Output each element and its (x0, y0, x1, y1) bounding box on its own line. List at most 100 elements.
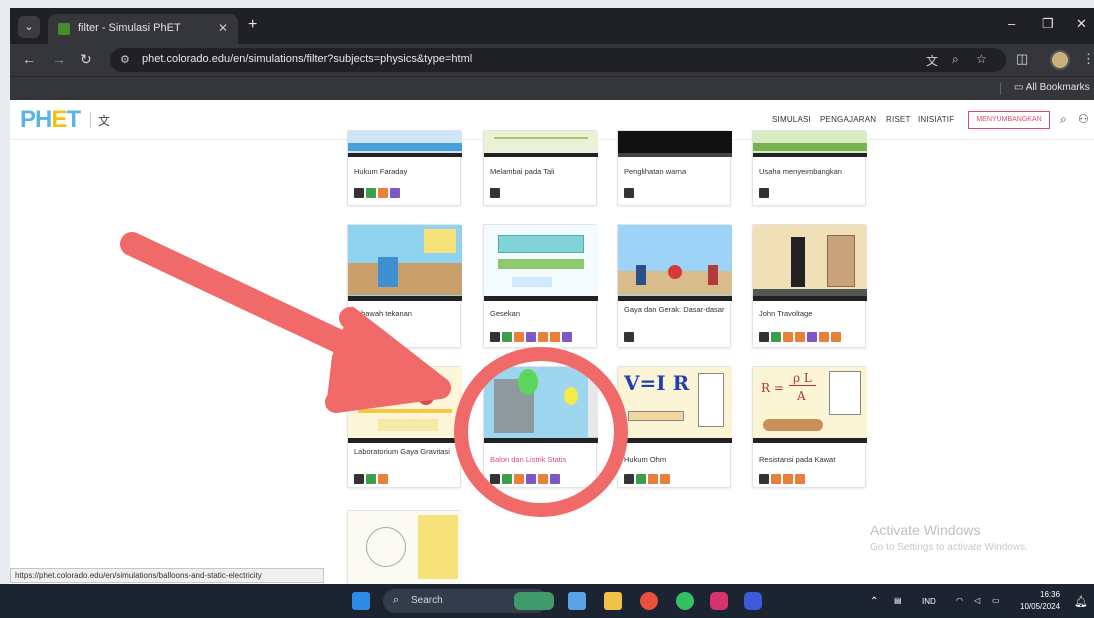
sim-title: Penglihatan warna (624, 167, 687, 176)
sim-card-dibawah-tekanan[interactable]: Dibawah tekanan (347, 224, 462, 348)
sim-card-resistansi-pada-kawat[interactable]: R = ρ L A Resistansi pada Kawat (752, 366, 867, 488)
sim-badges (490, 185, 502, 198)
sim-thumbnail (618, 225, 732, 301)
sim-badges (759, 329, 843, 342)
clock-time[interactable]: 16:36 (1040, 590, 1060, 599)
account-icon[interactable]: ⚇ (1078, 112, 1089, 126)
back-icon[interactable]: ← (22, 51, 36, 67)
html5-icon (624, 188, 634, 198)
html5-icon (624, 474, 634, 484)
tray-chevron-icon[interactable]: ⌃ (870, 596, 878, 607)
logo-t: T (66, 106, 81, 133)
sim-badges (624, 329, 636, 342)
all-bookmarks-folder[interactable]: ▭ All Bookmarks (1014, 82, 1090, 93)
sim-card-john-travoltage[interactable]: John Travoltage (752, 224, 867, 348)
sim-card-hukum-ohm[interactable]: V=I R Hukum Ohm (617, 366, 732, 488)
nav-riset[interactable]: RISET (886, 115, 911, 124)
reload-icon[interactable]: ↻ (80, 51, 92, 68)
sim-card-hukum-faraday[interactable]: Hukum Faraday (347, 130, 462, 206)
sim-badges (354, 471, 390, 484)
translate-icon[interactable]: 文 (926, 52, 938, 69)
address-bar[interactable]: ⚙ phet.colorado.edu/en/simulations/filte… (110, 48, 1006, 72)
sim-thumbnail (484, 225, 598, 301)
html5-icon (354, 474, 364, 484)
tab-title: filter - Simulasi PhET (78, 22, 181, 34)
url-text[interactable]: phet.colorado.edu/en/simulations/filter?… (142, 53, 472, 65)
sim-title: John Travoltage (759, 309, 813, 318)
phet-logo[interactable]: PHET (20, 106, 81, 134)
sim-card-melambai-pada-tali[interactable]: Melambai pada Tali (483, 130, 598, 206)
wifi-icon[interactable]: ◠ (956, 596, 963, 605)
chrome-menu-icon[interactable]: ⋮ (1082, 51, 1094, 67)
widgets-icon[interactable] (514, 592, 554, 610)
activity-icon (795, 474, 805, 484)
browser-toolbar: ← → ↻ ⚙ phet.colorado.edu/en/simulations… (10, 44, 1094, 76)
teacher-icon (366, 474, 376, 484)
windows-start-icon[interactable] (352, 592, 370, 610)
translation-icon (526, 332, 536, 342)
sim-badges (759, 185, 771, 198)
sim-card-gaya-dan-gerak[interactable]: Gaya dan Gerak: Dasar-dasar (617, 224, 732, 348)
sim-card-partial[interactable] (347, 510, 462, 584)
tray-network-icon[interactable]: ▤ (894, 596, 902, 605)
html5-icon (354, 188, 364, 198)
clock-date[interactable]: 10/05/2024 (1020, 602, 1060, 611)
sim-card-balon-dan-listrik-statis[interactable]: Balon dan Listrik Statis (483, 366, 598, 488)
app-icon[interactable] (744, 592, 762, 610)
activity-icon (795, 332, 805, 342)
sim-title: Gaya dan Gerak: Dasar-dasar (624, 305, 725, 314)
sim-card-laboratorium-gaya-gravitasi[interactable]: Laboratorium Gaya Gravitasi (347, 366, 462, 488)
maximize-button[interactable]: ❐ (1042, 16, 1054, 32)
close-window-button[interactable]: ✕ (1076, 16, 1087, 32)
nav-inisiatif[interactable]: INISIATIF (918, 115, 954, 124)
html5-icon (759, 332, 769, 342)
zoom-icon[interactable]: ⌕ (952, 52, 959, 67)
site-info-icon[interactable]: ⚙ (120, 53, 130, 66)
sim-card-penglihatan-warna[interactable]: Penglihatan warna (617, 130, 732, 206)
notification-bell-icon[interactable]: 🔔︎ (1074, 595, 1088, 608)
sim-thumbnail (348, 225, 462, 301)
sim-title: Resistansi pada Kawat (759, 455, 836, 464)
folder-icon: ▭ (1014, 82, 1026, 93)
sim-title: Usaha menyeimbangkan (759, 167, 842, 176)
activity-icon (648, 474, 658, 484)
bookmark-star-icon[interactable]: ☆ (976, 52, 987, 66)
whatsapp-icon[interactable] (676, 592, 694, 610)
task-view-icon[interactable] (568, 592, 586, 610)
tab-search-button[interactable]: ⌄ (18, 16, 40, 38)
nav-pengajaran[interactable]: PENGAJARAN (820, 115, 876, 124)
forward-icon[interactable]: → (52, 51, 66, 67)
sim-card-gesekan[interactable]: Gesekan (483, 224, 598, 348)
activity-icon (831, 332, 841, 342)
sim-thumbnail: V=I R (618, 367, 732, 443)
instagram-icon[interactable] (710, 592, 728, 610)
html5-icon (624, 332, 634, 342)
profile-avatar[interactable] (1050, 50, 1070, 70)
all-bookmarks-label: All Bookmarks (1025, 82, 1090, 93)
activity-icon (378, 188, 388, 198)
language-indicator[interactable]: IND (922, 597, 936, 606)
file-explorer-icon[interactable] (604, 592, 622, 610)
tab-close-icon[interactable]: ✕ (218, 21, 228, 35)
sim-card-usaha-menyeimbangkan[interactable]: Usaha menyeimbangkan (752, 130, 867, 206)
bookmarks-divider (1000, 83, 1001, 95)
html5-icon (490, 474, 500, 484)
sim-thumbnail (753, 225, 867, 301)
translation-icon (562, 332, 572, 342)
minimize-button[interactable]: – (1008, 16, 1015, 31)
sim-thumbnail: R = ρ L A (753, 367, 867, 443)
sim-badges (759, 471, 807, 484)
language-icon[interactable]: 文 (98, 112, 110, 129)
nav-simulasi[interactable]: SIMULASI (772, 115, 811, 124)
activity-icon (550, 332, 560, 342)
battery-icon[interactable]: ▭ (992, 596, 1000, 605)
activity-icon (538, 474, 548, 484)
browser-tab[interactable]: filter - Simulasi PhET ✕ (48, 14, 238, 44)
extensions-icon[interactable]: ◫ (1016, 51, 1028, 67)
new-tab-button[interactable]: + (248, 16, 257, 34)
search-icon[interactable]: ⌕ (1060, 112, 1067, 127)
donate-button[interactable]: MENYUMBANGKAN (968, 111, 1050, 129)
chrome-icon[interactable] (640, 592, 658, 610)
volume-icon[interactable]: ◁ (974, 596, 980, 605)
html5-icon (490, 188, 500, 198)
